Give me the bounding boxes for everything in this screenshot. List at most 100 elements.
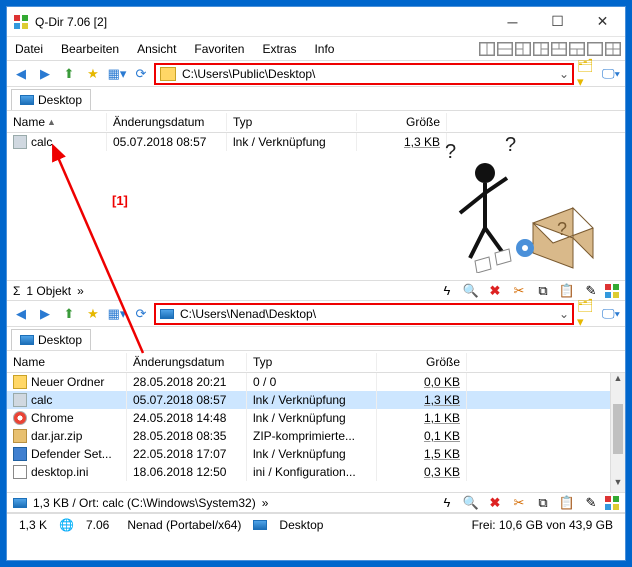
layout-6[interactable] — [569, 42, 585, 56]
menu-info[interactable]: Info — [310, 40, 338, 58]
qdir-icon[interactable] — [605, 496, 619, 510]
col-size[interactable]: Größe — [357, 113, 447, 131]
pane2-scrollbar[interactable]: ▲ ▼ — [610, 373, 625, 492]
file-icon — [13, 375, 27, 389]
menu-view[interactable]: Ansicht — [133, 40, 180, 58]
col-name[interactable]: Name — [7, 353, 127, 371]
pane1-navbar: ◀ ▶ ⬆ ★ ▦▾ ⟳ C:\Users\Public\Desktop\ ⌄ … — [7, 61, 625, 87]
layout-4[interactable] — [533, 42, 549, 56]
search-icon[interactable]: 🔍 — [461, 281, 481, 301]
scroll-down-icon[interactable]: ▼ — [611, 477, 625, 492]
col-modified[interactable]: Änderungsdatum — [127, 353, 247, 371]
cut-icon[interactable]: ✂ — [509, 493, 529, 513]
expand-icon[interactable]: » — [262, 496, 269, 510]
delete-x-icon[interactable]: ✖ — [485, 281, 505, 301]
global-statusbar: 1,3 K 🌐 7.06 Nenad (Portabel/x64) Deskto… — [7, 513, 625, 535]
expand-icon[interactable]: » — [77, 284, 84, 298]
menu-edit[interactable]: Bearbeiten — [57, 40, 123, 58]
file-size: 0,1 KB — [377, 427, 467, 445]
layout-3[interactable] — [515, 42, 531, 56]
chevron-down-icon[interactable]: ⌄ — [556, 307, 572, 321]
col-name[interactable]: Name▲ — [7, 113, 107, 131]
file-modified: 28.05.2018 08:35 — [127, 427, 247, 445]
layout-2[interactable] — [497, 42, 513, 56]
maximize-button[interactable]: ☐ — [535, 8, 580, 36]
copy-icon[interactable]: ⧉ — [533, 493, 553, 513]
nav-fav-icon[interactable]: ★ — [83, 304, 103, 324]
pane1-tab-desktop[interactable]: Desktop — [11, 89, 91, 110]
file-row[interactable]: calc05.07.2018 08:57lnk / Verknüpfung1,3… — [7, 391, 625, 409]
cut-icon[interactable]: ✂ — [509, 281, 529, 301]
layout-1[interactable] — [479, 42, 495, 56]
nav-refresh-icon[interactable]: ⟳ — [131, 64, 151, 84]
minimize-button[interactable]: ─ — [490, 8, 535, 36]
menu-fav[interactable]: Favoriten — [190, 40, 248, 58]
nav-up-icon[interactable]: ⬆ — [59, 64, 79, 84]
app-window: Q-Dir 7.06 [2] ─ ☐ ✕ Datei Bearbeiten An… — [6, 6, 626, 561]
edit-icon[interactable]: ✎ — [581, 493, 601, 513]
nav-fav-icon[interactable]: ★ — [83, 64, 103, 84]
desktop-icon — [253, 520, 267, 530]
chevron-down-icon[interactable]: ⌄ — [556, 67, 572, 81]
nav-back-icon[interactable]: ◀ — [11, 304, 31, 324]
search-icon[interactable]: 🔍 — [461, 493, 481, 513]
nav-refresh-icon[interactable]: ⟳ — [131, 304, 151, 324]
col-size[interactable]: Größe — [377, 353, 467, 371]
file-modified: 22.05.2018 17:07 — [127, 445, 247, 463]
pane2-address-bar[interactable]: C:\Users\Nenad\Desktop\ ⌄ — [155, 304, 573, 324]
flash-icon[interactable]: ϟ — [437, 281, 457, 301]
window-title: Q-Dir 7.06 [2] — [35, 15, 490, 29]
nav-explorer-icon[interactable]: 🗂▾ — [577, 64, 597, 84]
close-button[interactable]: ✕ — [580, 8, 625, 36]
layout-7[interactable] — [587, 42, 603, 56]
nav-monitor-icon[interactable]: 🖵▾ — [601, 304, 621, 324]
file-row[interactable]: Defender Set...22.05.2018 17:07lnk / Ver… — [7, 445, 625, 463]
menu-extras[interactable]: Extras — [258, 40, 300, 58]
nav-views-icon[interactable]: ▦▾ — [107, 304, 127, 324]
pane2-status: 1,3 KB / Ort: calc (C:\Windows\System32)… — [7, 493, 625, 513]
nav-back-icon[interactable]: ◀ — [11, 64, 31, 84]
pane1-address-bar[interactable]: C:\Users\Public\Desktop\ ⌄ — [155, 64, 573, 84]
file-type: 0 / 0 — [247, 373, 377, 391]
file-name: Defender Set... — [31, 447, 112, 461]
file-size: 1,3 KB — [357, 133, 447, 151]
nav-views-icon[interactable]: ▦▾ — [107, 64, 127, 84]
file-icon — [13, 465, 27, 479]
desktop-icon — [13, 498, 27, 508]
layout-8[interactable] — [605, 42, 621, 56]
pane2-columns: Name Änderungsdatum Typ Größe — [7, 351, 625, 373]
file-row[interactable]: dar.jar.zip28.05.2018 08:35ZIP-komprimie… — [7, 427, 625, 445]
menu-file[interactable]: Datei — [11, 40, 47, 58]
nav-explorer-icon[interactable]: 🗂▾ — [577, 304, 597, 324]
nav-forward-icon[interactable]: ▶ — [35, 304, 55, 324]
layout-5[interactable] — [551, 42, 567, 56]
file-row[interactable]: desktop.ini18.06.2018 12:50ini / Konfigu… — [7, 463, 625, 481]
file-type: lnk / Verknüpfung — [247, 409, 377, 427]
col-type[interactable]: Typ — [247, 353, 377, 371]
copy-icon[interactable]: ⧉ — [533, 281, 553, 301]
file-row[interactable]: Neuer Ordner28.05.2018 20:210 / 00,0 KB — [7, 373, 625, 391]
flash-icon[interactable]: ϟ — [437, 493, 457, 513]
qdir-icon[interactable] — [605, 284, 619, 298]
svg-text:?: ? — [505, 134, 516, 156]
scroll-up-icon[interactable]: ▲ — [611, 373, 625, 388]
paste-icon[interactable]: 📋 — [557, 281, 577, 301]
sigma-icon[interactable]: Σ — [13, 284, 20, 298]
col-modified[interactable]: Änderungsdatum — [107, 113, 227, 131]
delete-x-icon[interactable]: ✖ — [485, 493, 505, 513]
svg-text:?: ? — [557, 219, 567, 239]
desktop-icon — [20, 95, 34, 105]
nav-up-icon[interactable]: ⬆ — [59, 304, 79, 324]
pane2-tab-desktop[interactable]: Desktop — [11, 329, 91, 350]
file-icon — [13, 135, 27, 149]
nav-monitor-icon[interactable]: 🖵▾ — [601, 64, 621, 84]
pane2-file-list: Neuer Ordner28.05.2018 20:210 / 00,0 KBc… — [7, 373, 625, 493]
file-modified: 05.07.2018 08:57 — [127, 391, 247, 409]
file-name: Chrome — [31, 411, 74, 425]
file-row[interactable]: Chrome24.05.2018 14:48lnk / Verknüpfung1… — [7, 409, 625, 427]
paste-icon[interactable]: 📋 — [557, 493, 577, 513]
scroll-thumb[interactable] — [613, 404, 623, 454]
col-type[interactable]: Typ — [227, 113, 357, 131]
nav-forward-icon[interactable]: ▶ — [35, 64, 55, 84]
file-icon — [13, 411, 27, 425]
